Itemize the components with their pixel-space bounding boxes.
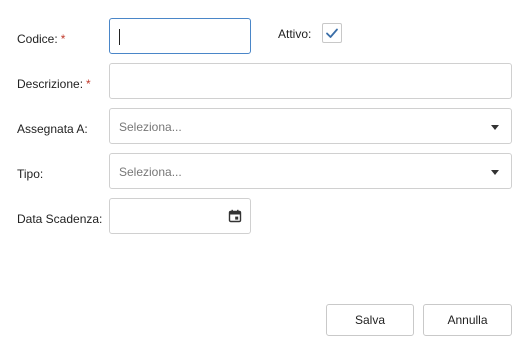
caret-down-icon xyxy=(491,125,499,130)
descrizione-required-mark: * xyxy=(86,77,91,91)
check-icon xyxy=(326,28,338,38)
descrizione-label-text: Descrizione: xyxy=(17,77,84,91)
data-scadenza-input[interactable] xyxy=(109,198,251,234)
text-caret xyxy=(119,29,120,45)
assegnata-select[interactable]: Seleziona... xyxy=(109,108,512,144)
assegnata-label: Assegnata A: xyxy=(17,122,88,136)
codice-label: Codice: * xyxy=(17,32,65,46)
descrizione-label: Descrizione: * xyxy=(17,77,91,91)
codice-input[interactable] xyxy=(109,18,251,54)
tipo-placeholder: Seleziona... xyxy=(119,165,182,179)
codice-label-text: Codice: xyxy=(17,32,58,46)
tipo-label: Tipo: xyxy=(17,167,44,181)
save-button[interactable]: Salva xyxy=(326,304,414,336)
caret-down-icon xyxy=(491,170,499,175)
attivo-checkbox[interactable] xyxy=(322,23,342,43)
codice-required-mark: * xyxy=(60,32,66,46)
assegnata-placeholder: Seleziona... xyxy=(119,120,182,134)
data-scadenza-label: Data Scadenza: xyxy=(17,212,103,226)
descrizione-input[interactable] xyxy=(109,63,512,99)
cancel-button[interactable]: Annulla xyxy=(423,304,512,336)
calendar-icon[interactable] xyxy=(228,209,242,223)
attivo-label: Attivo: xyxy=(278,27,312,41)
tipo-select[interactable]: Seleziona... xyxy=(109,153,512,189)
